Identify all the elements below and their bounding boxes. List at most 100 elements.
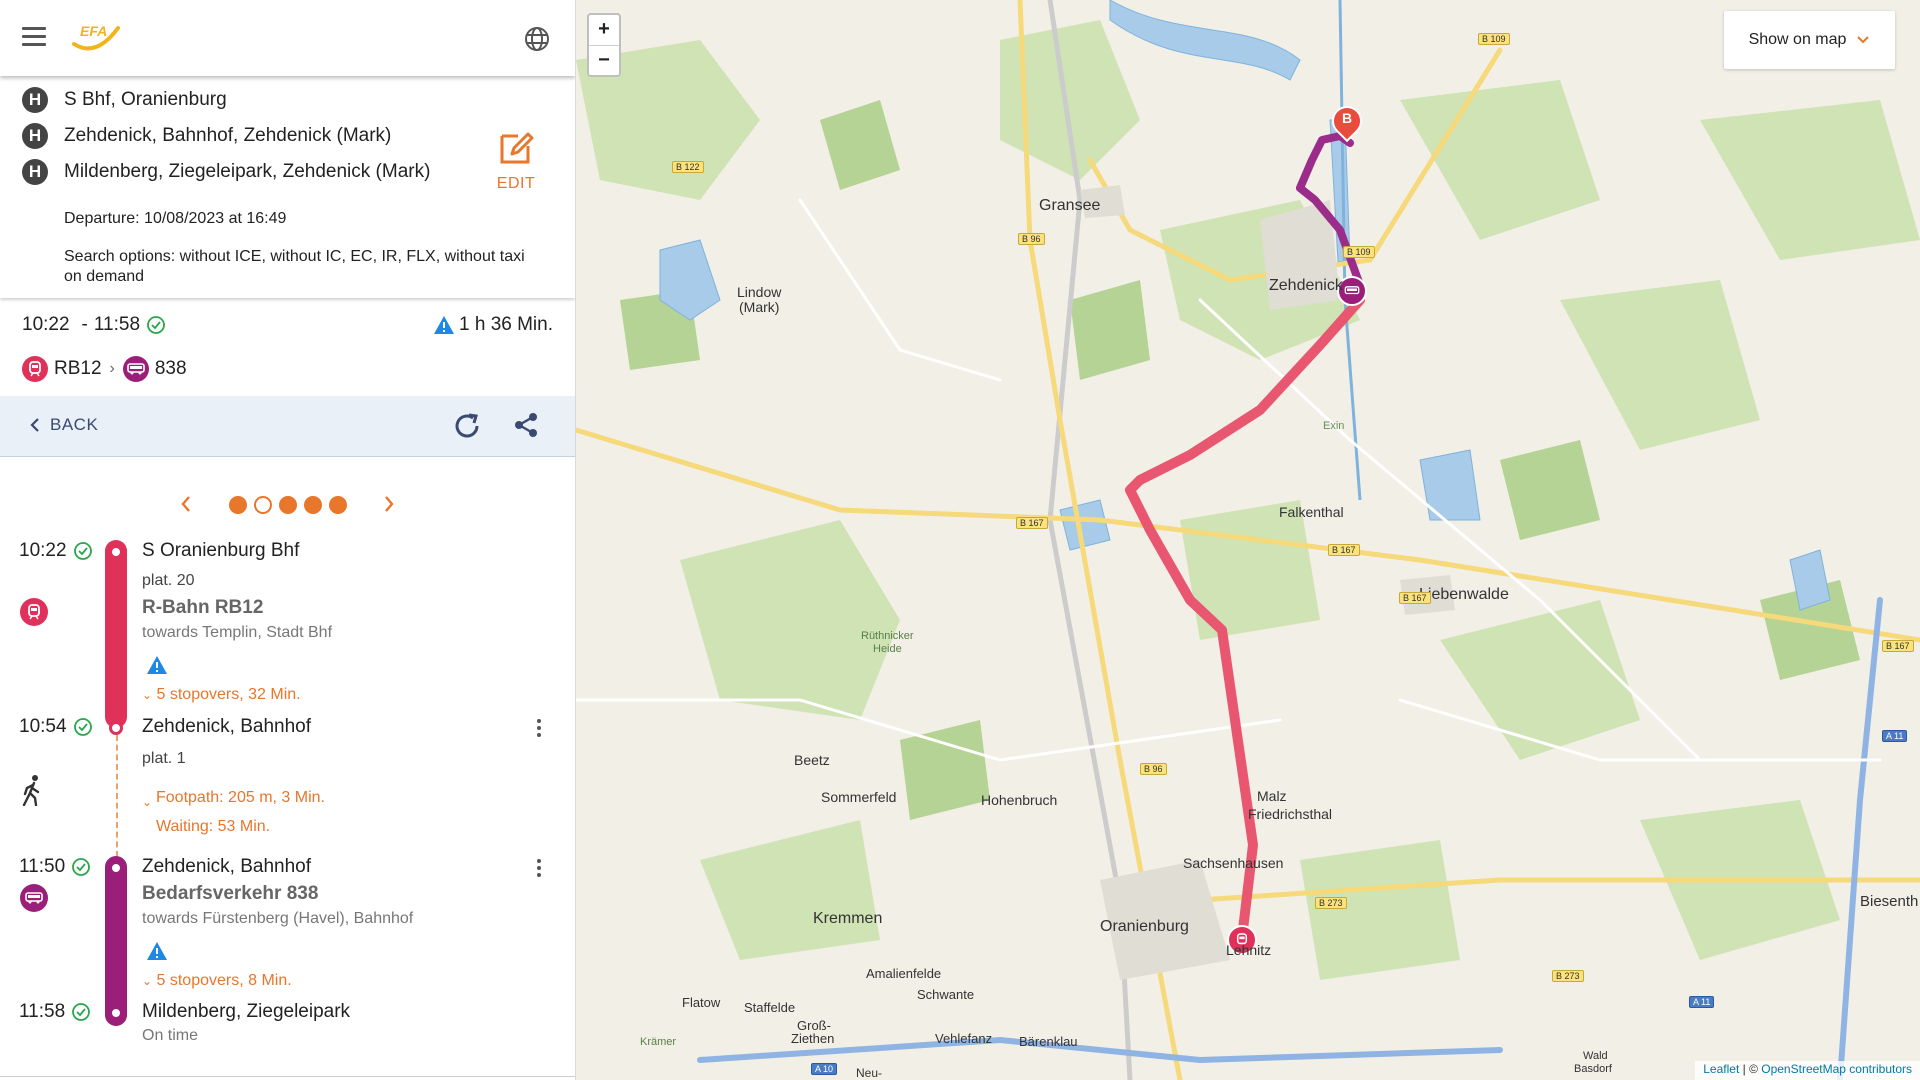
place-label: Schwante xyxy=(917,987,975,1002)
show-on-map-dropdown[interactable]: Show on map xyxy=(1724,11,1895,69)
departure-info: Departure: 10/08/2023 at 16:49 xyxy=(64,210,287,227)
on-time-check-icon xyxy=(72,858,91,876)
road-shield: B 273 xyxy=(1315,897,1347,909)
arrival-status: On time xyxy=(142,1027,199,1044)
stop-h-icon: H xyxy=(22,159,48,185)
road-shield: B 167 xyxy=(1882,640,1914,652)
language-globe-icon[interactable] xyxy=(523,25,551,53)
warning-icon[interactable] xyxy=(146,941,168,961)
more-options-icon[interactable] xyxy=(536,719,542,740)
edit-button[interactable]: EDIT xyxy=(490,128,542,193)
stop-name: Zehdenick, Bahnhof, Zehdenick (Mark) xyxy=(64,125,392,146)
arrival-time: 11:58 xyxy=(19,1001,91,1023)
menu-icon[interactable] xyxy=(22,27,46,47)
line-label-838: 838 xyxy=(154,358,187,379)
place-label: Staffelde xyxy=(744,1000,796,1015)
divider xyxy=(0,1076,575,1077)
place-label: Vehlefanz xyxy=(935,1031,993,1046)
place-label: Sachsenhausen xyxy=(1183,855,1284,871)
duration-text: 1 h 36 Min. xyxy=(459,314,553,335)
route-dot-current[interactable] xyxy=(254,496,272,514)
zoom-in-button[interactable]: + xyxy=(589,15,619,46)
station-name: Zehdenick, Bahnhof xyxy=(142,716,312,737)
leg1-departure-time: 10:22 xyxy=(19,540,93,562)
on-time-check-icon xyxy=(147,316,165,334)
waiting-text: Waiting: 53 Min. xyxy=(156,818,271,835)
place-label: Bärenklau xyxy=(1019,1034,1078,1049)
place-label: Neu- xyxy=(856,1066,883,1080)
station-name: S Oranienburg Bhf xyxy=(142,540,300,561)
leaflet-link[interactable]: Leaflet xyxy=(1703,1062,1739,1076)
place-label: Falkenthal xyxy=(1279,504,1344,520)
road-shield: B 122 xyxy=(672,161,704,173)
place-label: Sommerfeld xyxy=(821,789,897,805)
map-tiles xyxy=(576,0,1920,1080)
start-time: 10:22 xyxy=(22,314,70,335)
end-time: 11:58 xyxy=(93,314,141,335)
time-text: 10:54 xyxy=(19,716,67,737)
next-route-icon[interactable] xyxy=(381,494,397,514)
stopovers-toggle[interactable]: ⌄ 5 stopovers, 32 Min. xyxy=(142,686,301,704)
share-icon[interactable] xyxy=(511,410,541,440)
road-shield: B 109 xyxy=(1343,246,1375,258)
route-pager xyxy=(0,490,575,520)
road-shield: A 10 xyxy=(811,1063,838,1075)
towards: towards Fürstenberg (Havel), Bahnhof xyxy=(142,910,414,927)
stop-h-icon: H xyxy=(22,123,48,149)
back-button[interactable]: BACK xyxy=(28,415,98,435)
route-dot[interactable] xyxy=(229,496,247,514)
search-stops: H S Bhf, Oranienburg H Zehdenick, Bahnho… xyxy=(0,76,575,298)
trip-duration: 1 h 36 Min. xyxy=(433,314,553,336)
on-time-check-icon xyxy=(73,542,92,560)
edit-label: EDIT xyxy=(496,175,536,192)
refresh-icon[interactable] xyxy=(452,410,484,442)
on-time-check-icon xyxy=(72,1003,91,1021)
road-shield: B 167 xyxy=(1399,592,1431,604)
place-label: Heide xyxy=(873,643,902,655)
back-label: BACK xyxy=(50,415,99,434)
trip-summary[interactable]: 10:22 - 11:58 1 h 36 Min. RB12 › 838 xyxy=(0,298,575,396)
efa-logo: EFA xyxy=(72,23,120,51)
route-dot[interactable] xyxy=(304,496,322,514)
place-label: Malz xyxy=(1257,788,1287,804)
stop-origin: H S Bhf, Oranienburg xyxy=(22,85,227,115)
osm-link[interactable]: OpenStreetMap contributors xyxy=(1761,1062,1912,1076)
road-shield: A 11 xyxy=(1689,996,1715,1008)
place-label: Krämer xyxy=(640,1036,677,1048)
time-text: 11:50 xyxy=(19,856,66,877)
footpath-text: Footpath: 205 m, 3 Min. xyxy=(156,789,325,806)
station-name: Zehdenick, Bahnhof xyxy=(142,856,312,877)
stop-node xyxy=(109,1006,123,1020)
route-dot[interactable] xyxy=(279,496,297,514)
place-label: Rüthnicker xyxy=(861,630,914,642)
route-map[interactable]: B Gransee Zehdenick Lindow (Mark) Exin F… xyxy=(576,0,1920,1080)
place-label: Oranienburg xyxy=(1100,918,1189,935)
place-label: Zehdenick xyxy=(1269,277,1343,294)
previous-route-icon[interactable] xyxy=(178,494,194,514)
bus-icon xyxy=(122,356,149,382)
trip-times: 10:22 - 11:58 xyxy=(22,314,166,336)
place-label: Ziethen xyxy=(791,1031,835,1046)
chevron-down-icon[interactable]: ⌄ xyxy=(142,795,152,809)
road-shield: A 11 xyxy=(1882,730,1908,742)
walking-icon xyxy=(22,775,40,806)
place-label: Lindow xyxy=(737,284,782,300)
line-name: Bedarfsverkehr 838 xyxy=(142,883,319,904)
place-label: Amalienfelde xyxy=(866,966,942,981)
platform: plat. 20 xyxy=(142,572,195,589)
app-bar: EFA xyxy=(0,0,575,76)
train-leg-bar xyxy=(105,540,127,728)
stopovers-toggle[interactable]: ⌄ 5 stopovers, 8 Min. xyxy=(142,972,292,990)
zoom-out-button[interactable]: − xyxy=(589,46,619,76)
stop-node xyxy=(109,861,123,875)
zoom-control: + − xyxy=(587,13,621,77)
place-label: Wald xyxy=(1583,1050,1608,1062)
place-label: Friedrichsthal xyxy=(1248,806,1333,822)
stop-name: S Bhf, Oranienburg xyxy=(64,89,227,110)
route-dot[interactable] xyxy=(329,496,347,514)
warning-icon[interactable] xyxy=(146,655,168,675)
stop-via: H Zehdenick, Bahnhof, Zehdenick (Mark) xyxy=(22,121,391,151)
more-options-icon[interactable] xyxy=(536,859,542,880)
chevron-down-icon xyxy=(1857,36,1870,44)
stop-node xyxy=(109,721,123,735)
